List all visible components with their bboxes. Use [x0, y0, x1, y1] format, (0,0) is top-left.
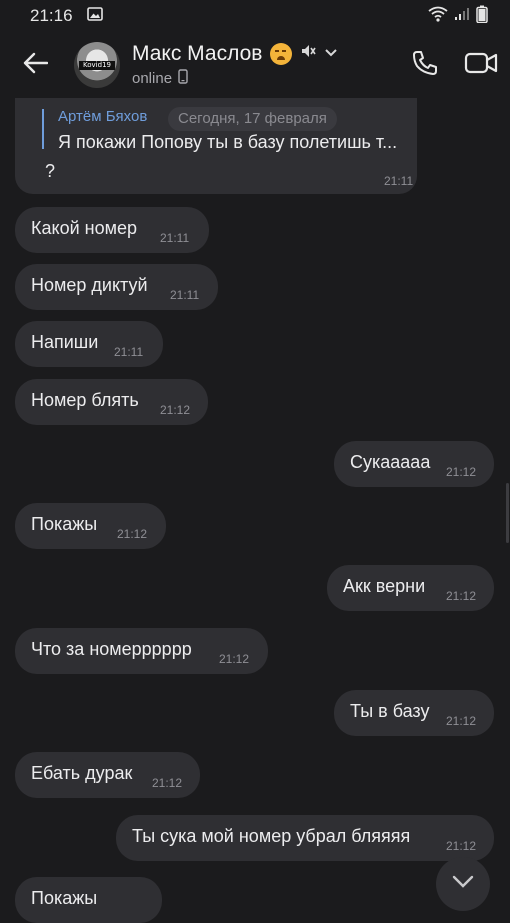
message-bubble[interactable]: Какой номер 21:11 — [15, 207, 209, 253]
message-text: Сукааааа — [350, 452, 431, 472]
chevron-down-icon[interactable] — [324, 45, 338, 63]
message-time: 21:11 — [114, 345, 144, 359]
mobile-device-icon — [178, 68, 188, 89]
sneezing-face-emoji-icon — [270, 42, 293, 65]
arrow-left-icon — [22, 52, 49, 79]
message-bubble[interactable]: Напиши 21:11 — [15, 321, 163, 367]
message-text: Акк верни — [343, 576, 426, 596]
chevron-down-icon — [452, 875, 474, 894]
message-text: Ты в базу — [350, 701, 430, 721]
message-text: Что за номерррррр — [31, 639, 192, 659]
message-bubble[interactable]: Номер блять 21:12 — [15, 379, 208, 425]
call-button[interactable] — [408, 48, 442, 82]
reply-author[interactable]: Артём Бяхов — [58, 108, 147, 125]
phone-icon — [411, 49, 439, 82]
message-text: Ебать дурак — [31, 763, 133, 783]
back-button[interactable] — [4, 32, 66, 98]
message-text: Напиши — [31, 332, 99, 352]
message-bubble[interactable]: Номер диктуй 21:11 — [15, 264, 218, 310]
wifi-icon — [428, 6, 448, 27]
signal-icon — [454, 7, 470, 26]
message-time: 21:11 — [170, 288, 200, 302]
message-text: Покажы — [31, 888, 98, 908]
message-text: Номер диктуй — [31, 275, 148, 295]
message-text: ? — [45, 161, 56, 181]
avatar-tag: Kovid19 — [79, 61, 115, 70]
message-time: 21:11 — [384, 174, 414, 188]
contact-name: Макс Маслов — [132, 41, 263, 65]
avatar[interactable]: Kovid19 — [74, 42, 120, 88]
chat-header: Kovid19 Макс Маслов online — [0, 32, 510, 98]
message-time: 21:12 — [160, 403, 191, 417]
message-bubble-outgoing[interactable]: Акк верни 21:12 — [327, 565, 494, 611]
status-left: 21:16 — [30, 6, 103, 26]
message-time: 21:12 — [152, 776, 183, 790]
muted-icon — [300, 43, 317, 64]
scrollbar[interactable] — [506, 483, 509, 543]
message-bubble-outgoing[interactable]: Ты сука мой номер убрал бляяяя 21:12 — [116, 815, 494, 861]
date-separator: Сегодня, 17 февраля — [168, 107, 337, 131]
message-bubble[interactable]: Покажы 21:12 — [15, 503, 166, 549]
message-bubble-outgoing[interactable]: Ты в базу 21:12 — [334, 690, 494, 736]
message-time: 21:11 — [160, 231, 190, 245]
contact-info[interactable]: Макс Маслов online — [132, 42, 338, 89]
message-bubble[interactable]: Ебать дурак 21:12 — [15, 752, 200, 798]
message-list[interactable]: Артём Бяхов Я покажи Попову ты в базу по… — [0, 98, 510, 923]
reply-quote[interactable]: Я покажи Попову ты в базу полетишь т... — [58, 132, 397, 153]
status-bar: 21:16 — [0, 0, 510, 32]
message-bubble-outgoing[interactable]: Сукааааа 21:12 — [334, 441, 494, 487]
message-time: 21:12 — [446, 839, 477, 853]
title-row: Макс Маслов — [132, 42, 338, 66]
gallery-notification-icon — [86, 6, 103, 26]
presence-row: online — [132, 68, 338, 89]
video-call-button[interactable] — [464, 48, 498, 82]
header-actions — [408, 32, 498, 98]
message-time: 21:12 — [446, 714, 477, 728]
reply-accent-bar — [42, 109, 44, 149]
message-bubble[interactable]: Покажы — [15, 877, 162, 923]
battery-icon — [476, 5, 488, 28]
message-time: 21:12 — [446, 465, 477, 479]
scroll-to-bottom-button[interactable] — [436, 857, 490, 911]
message-time: 21:12 — [117, 527, 148, 541]
status-right — [428, 5, 488, 28]
message-time: 21:12 — [446, 589, 477, 603]
message-text: Какой номер — [31, 218, 137, 238]
online-status: online — [132, 70, 173, 87]
message-bubble[interactable]: Что за номерррррр 21:12 — [15, 628, 268, 674]
message-time: 21:12 — [219, 652, 250, 666]
status-time: 21:16 — [30, 6, 73, 25]
message-text: Ты сука мой номер убрал бляяяя — [132, 826, 411, 846]
video-camera-icon — [464, 50, 498, 81]
message-text: Покажы — [31, 514, 98, 534]
message-text: Номер блять — [31, 390, 139, 410]
